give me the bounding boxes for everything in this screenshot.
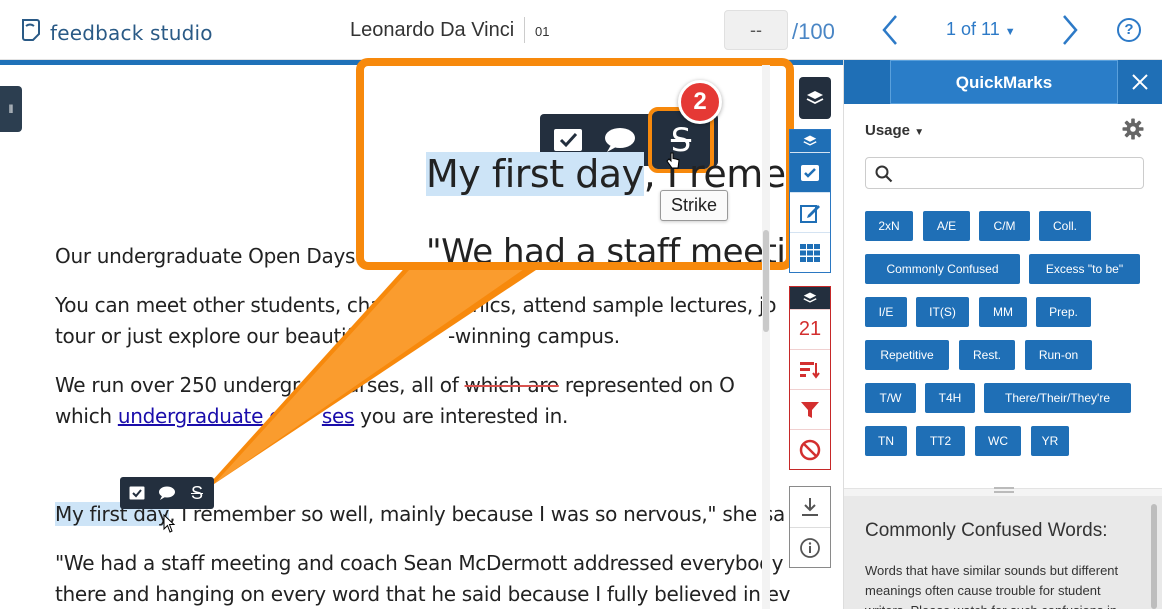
excluded-sources-button[interactable] — [790, 429, 830, 469]
filter-icon — [801, 401, 819, 418]
checkmark-icon — [129, 486, 145, 500]
checkmark-icon — [801, 164, 819, 181]
similarity-score: 21 — [798, 318, 822, 340]
layers-icon — [803, 292, 817, 303]
info-tools-group — [789, 486, 831, 568]
layers-button[interactable] — [799, 77, 831, 119]
quickmark-tag[interactable]: MM — [979, 297, 1027, 327]
document-scroll-thumb[interactable] — [763, 230, 769, 332]
quickmark-tag[interactable]: T/W — [865, 383, 916, 413]
quickmark-tag[interactable]: A/E — [923, 211, 970, 241]
quickmark-tag[interactable]: Commonly Confused — [865, 254, 1020, 284]
detail-scrollbar[interactable] — [1151, 504, 1157, 609]
grid-icon — [800, 243, 820, 262]
gear-icon — [1122, 118, 1144, 140]
comment-icon — [159, 486, 175, 500]
grading-tools-group — [789, 129, 831, 273]
filter-button[interactable] — [790, 389, 830, 429]
info-icon — [800, 537, 820, 558]
quickmark-tag[interactable]: Excess "to be" — [1029, 254, 1140, 284]
similarity-layer-header[interactable] — [790, 287, 830, 309]
quickmark-tag[interactable]: T4H — [925, 383, 975, 413]
zoomed-text-line2: "We had a staff meeti — [426, 232, 786, 270]
download-icon — [802, 498, 818, 516]
checkmark-icon — [554, 129, 582, 151]
quickmark-tag[interactable]: Coll. — [1039, 211, 1091, 241]
step-number-badge: 2 — [678, 80, 722, 124]
quickmarks-search — [865, 157, 1144, 189]
strike-tooltip: Strike — [660, 190, 729, 221]
detail-description: Words that have similar sounds but diffe… — [865, 563, 1119, 609]
quickmarks-tool-button[interactable] — [790, 152, 830, 192]
quickmark-tag[interactable]: Prep. — [1036, 297, 1091, 327]
quickmark-tag[interactable]: C/M — [979, 211, 1030, 241]
feedback-summary-button[interactable] — [790, 192, 830, 232]
edit-icon — [800, 204, 820, 223]
quickmarks-settings-button[interactable] — [1122, 118, 1144, 140]
quickmark-tag[interactable]: IT(S) — [916, 297, 969, 327]
comment-button[interactable] — [156, 482, 178, 504]
quickmark-tag[interactable]: TN — [865, 426, 907, 456]
quickmarks-panel: QuickMarks Usage ▼ 2xN A/E C/M Coll. Com… — [843, 60, 1162, 609]
resize-handle-icon[interactable] — [994, 487, 1014, 493]
cursor-pointer-icon — [163, 513, 177, 539]
quickmark-tag[interactable]: Rest. — [959, 340, 1015, 370]
quickmark-tag[interactable]: Repetitive — [865, 340, 949, 370]
quickmark-detail: Commonly Confused Words: Words that have… — [844, 496, 1162, 609]
zoomed-text: My first day, I rememb — [426, 152, 786, 196]
quickmarks-title: QuickMarks — [890, 60, 1118, 104]
close-icon — [1132, 74, 1148, 90]
detail-title: Commonly Confused Words: — [865, 520, 1108, 541]
quickmark-tag[interactable]: 2xN — [865, 211, 913, 241]
zoom-callout: S My first day, I rememb "We had a staff… — [356, 58, 794, 270]
grading-layer-header[interactable] — [790, 130, 830, 152]
quickmark-tag[interactable]: TT2 — [916, 426, 965, 456]
usage-dropdown[interactable]: Usage ▼ — [865, 122, 924, 139]
quickmark-tag[interactable]: I/E — [865, 297, 907, 327]
quickmark-tag[interactable]: There/Their/They're — [984, 383, 1131, 413]
search-input[interactable] — [898, 162, 1138, 184]
layers-icon — [803, 135, 817, 146]
block-icon — [799, 439, 821, 460]
comment-icon — [605, 128, 635, 152]
sort-icon — [800, 361, 820, 379]
selection-toolbar: S — [120, 477, 214, 509]
download-button[interactable] — [790, 487, 830, 527]
submission-info-button[interactable] — [790, 527, 830, 567]
usage-label: Usage — [865, 122, 911, 139]
search-icon — [875, 165, 893, 183]
quickmark-tag[interactable]: Run-on — [1025, 340, 1092, 370]
rubric-button[interactable] — [790, 232, 830, 272]
match-overview-button[interactable] — [790, 349, 830, 389]
similarity-score-button[interactable]: 21 — [790, 309, 830, 349]
quickmarks-header: QuickMarks — [844, 60, 1162, 104]
strikethrough-icon: S — [190, 482, 203, 503]
document-scrollbar[interactable] — [762, 65, 770, 609]
close-panel-button[interactable] — [1130, 72, 1150, 92]
similarity-tools-group: 21 — [789, 286, 831, 470]
strikethrough-button[interactable]: S — [186, 482, 208, 504]
quickmark-tag[interactable]: YR — [1031, 426, 1069, 456]
zoomed-highlight: My first day — [426, 152, 644, 196]
layers-icon — [806, 91, 824, 105]
quickmark-tag[interactable]: WC — [975, 426, 1021, 456]
caret-down-icon: ▼ — [914, 127, 925, 138]
cursor-hand-icon — [666, 152, 680, 175]
quickmark-button[interactable] — [126, 482, 148, 504]
